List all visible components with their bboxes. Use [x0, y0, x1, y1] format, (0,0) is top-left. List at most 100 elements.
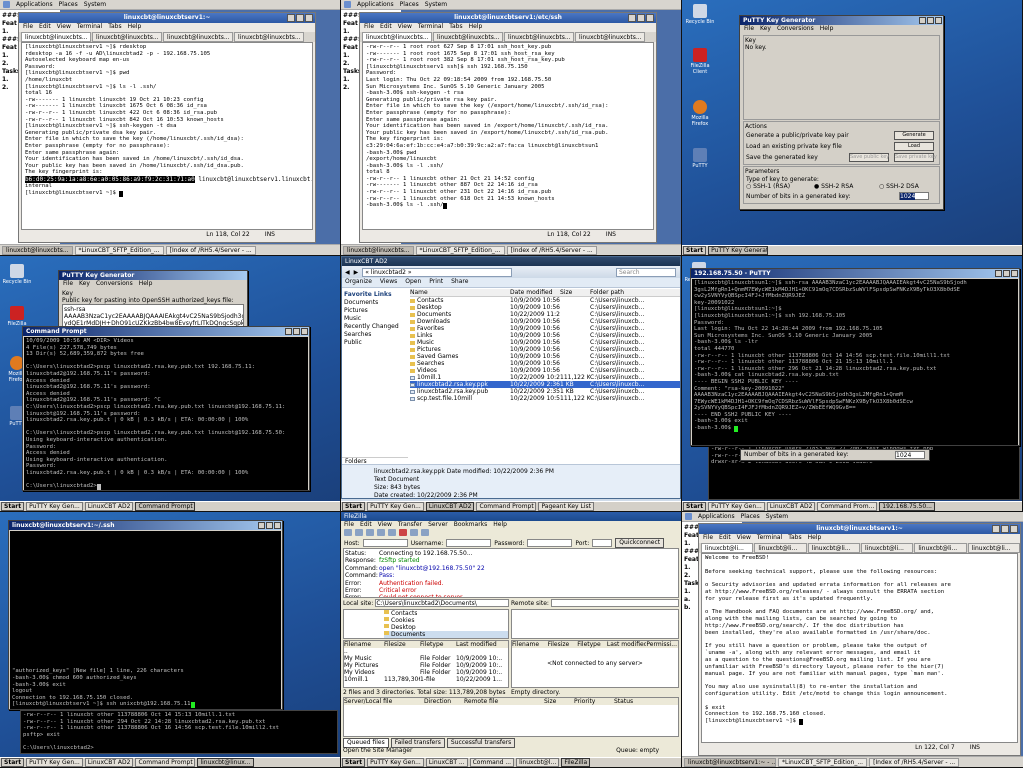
file-row[interactable]: linuxcbtad2.rsa.key.pub 10/22/2009 2:35 .…: [410, 388, 680, 395]
recycle-bin-icon[interactable]: Recycle Bin: [2, 264, 32, 285]
menu-item[interactable]: Key: [760, 25, 771, 34]
taskbar-item[interactable]: LinuxCBT AD2: [766, 502, 816, 511]
taskbar-item[interactable]: LinuxCBT AD2: [425, 502, 475, 511]
local-file-row[interactable]: My Music File Folder 10/9/2009 10:...: [344, 655, 508, 662]
putty-terminal-output[interactable]: [linuxcbt@linuxcbtsun1:~]$ ssh-rsa AAAAB…: [692, 279, 1018, 445]
column-header[interactable]: Permissi...: [646, 641, 678, 648]
column-header[interactable]: Filetype: [420, 641, 456, 648]
terminal-tab[interactable]: linuxcbt@linuxcbts...: [21, 32, 91, 42]
taskbar-item[interactable]: Pageant Key List: [538, 502, 594, 511]
menu-item[interactable]: File: [703, 534, 713, 543]
bits-input[interactable]: 1024: [895, 451, 925, 459]
terminal-tab[interactable]: linuxcbt@linuxcbts...: [234, 32, 304, 42]
taskbar-item[interactable]: Command ...: [469, 758, 515, 767]
menu-item[interactable]: Edit: [719, 534, 731, 543]
close-icon[interactable]: [1011, 270, 1018, 277]
bits-input[interactable]: 1024: [899, 192, 929, 200]
menu-item[interactable]: Transfer: [398, 521, 422, 529]
menu-places[interactable]: Places: [400, 1, 419, 8]
menu-item[interactable]: Tabs: [449, 23, 462, 32]
taskbar-item[interactable]: linuxcbt@linuxcbts...: [2, 245, 73, 255]
close-icon[interactable]: [1010, 525, 1018, 533]
menu-item[interactable]: Bookmarks: [454, 521, 488, 529]
port-input[interactable]: [592, 539, 613, 547]
tree-folder[interactable]: Cookies: [384, 617, 508, 624]
file-row[interactable]: Contacts 10/9/2009 10:56 ... C:\Users\linu…: [410, 297, 680, 304]
putty-icon[interactable]: PuTTY: [685, 148, 715, 169]
menu-item[interactable]: Server: [428, 521, 448, 529]
local-file-row[interactable]: My Videos File Folder 10/9/2009 10:...: [344, 669, 508, 676]
terminal-output[interactable]: "authorized_keys" [New file] 1 line, 226…: [10, 531, 281, 709]
close-icon[interactable]: [305, 14, 313, 22]
menu-item[interactable]: Help: [493, 521, 507, 529]
start-button[interactable]: Start: [1, 758, 25, 767]
menu-item[interactable]: Terminal: [757, 534, 782, 543]
maximize-icon[interactable]: [637, 14, 645, 22]
terminal-tab[interactable]: linuxcbt@linuxcbts...: [433, 32, 503, 42]
firefox-icon[interactable]: Mozilla Firefox: [685, 100, 715, 127]
maximize-icon[interactable]: [1003, 270, 1010, 277]
taskbar-item[interactable]: FileZilla: [561, 758, 591, 767]
command-output[interactable]: 10/09/2009 10:56 AM <DIR> Videos 4 File(…: [24, 337, 308, 490]
minimize-icon[interactable]: [628, 14, 636, 22]
taskbar-item[interactable]: Command Prompt: [135, 758, 196, 767]
menu-item[interactable]: Edit: [380, 23, 392, 32]
search-input[interactable]: Search: [616, 267, 676, 277]
disconnect-icon[interactable]: [410, 529, 418, 536]
taskbar-item[interactable]: *LinuxCBT_SFTP_Edition_...: [74, 245, 164, 255]
menu-system[interactable]: System: [84, 1, 106, 8]
menu-system[interactable]: System: [425, 1, 447, 8]
column-header[interactable]: Size: [560, 289, 590, 296]
menu-item[interactable]: Edit: [360, 521, 372, 529]
local-file-row[interactable]: My Pictures File Folder 10/9/2009 10:...: [344, 662, 508, 669]
remote-path-input[interactable]: [550, 599, 679, 607]
menu-item[interactable]: Terminal: [418, 23, 443, 32]
load-button[interactable]: Load: [894, 142, 934, 151]
menu-item[interactable]: File: [344, 521, 354, 529]
terminal-tab[interactable]: linuxcbt@linuxcbts...: [575, 32, 645, 42]
column-header[interactable]: Name: [410, 289, 510, 296]
menu-item[interactable]: Help: [469, 23, 483, 32]
minimize-icon[interactable]: [258, 522, 265, 529]
file-row[interactable]: Music 10/9/2009 10:56 ... C:\Users\linuxcb…: [410, 339, 680, 346]
minimize-icon[interactable]: [919, 17, 926, 24]
menu-item[interactable]: Tabs: [108, 23, 121, 32]
terminal-tab[interactable]: linuxcbt@li...: [807, 543, 860, 553]
menu-places[interactable]: Places: [741, 513, 760, 520]
start-button[interactable]: Start: [342, 758, 366, 767]
menu-item[interactable]: Help: [139, 280, 153, 289]
menu-item[interactable]: Key: [79, 280, 90, 289]
close-icon[interactable]: [935, 17, 942, 24]
taskbar-item[interactable]: *LinuxCBT_SFTP_Edition_...: [778, 757, 868, 767]
menu-applications[interactable]: Applications: [357, 1, 394, 8]
nav-link[interactable]: Recently Changed: [344, 323, 406, 331]
minimize-icon[interactable]: [992, 525, 1000, 533]
taskbar-item[interactable]: Command Prompt: [135, 502, 196, 511]
start-button[interactable]: Start: [342, 502, 366, 511]
password-input[interactable]: [527, 539, 573, 547]
terminal-tab[interactable]: linuxcbt@linuxcbts...: [362, 32, 432, 42]
column-header[interactable]: Filesize: [384, 641, 420, 648]
menu-applications[interactable]: Applications: [16, 1, 53, 8]
taskbar-item[interactable]: PuTTY Key Gen...: [26, 502, 83, 511]
local-path-input[interactable]: C:\Users\linuxcbtad2\Documents\: [375, 599, 509, 607]
maximize-icon[interactable]: [927, 17, 934, 24]
menu-item[interactable]: View: [398, 23, 412, 32]
column-header[interactable]: Filesize: [548, 641, 578, 648]
minimize-icon[interactable]: [285, 328, 292, 335]
taskbar-item[interactable]: linuxcbt@linuxcbtserv1:~ - ...: [684, 757, 776, 767]
file-row[interactable]: linuxcbtad2.rsa.key.ppk 10/22/2009 2:36 .…: [410, 381, 680, 388]
maximize-icon[interactable]: [293, 328, 300, 335]
radio-ssh2-dsa[interactable]: ○ SSH-2 DSA: [879, 183, 919, 190]
taskbar-item[interactable]: LinuxCBT AD2: [84, 758, 134, 767]
toolbar-button[interactable]: Share: [451, 278, 468, 287]
nav-link[interactable]: Pictures: [344, 307, 406, 315]
taskbar-item[interactable]: PuTTY Key Generator: [708, 246, 769, 255]
column-header[interactable]: Direction: [424, 698, 464, 705]
toolbar-button[interactable]: Print: [429, 278, 443, 287]
taskbar-item[interactable]: 192.168.75.50...: [879, 502, 935, 511]
column-header[interactable]: Last modified: [607, 641, 647, 648]
nav-link[interactable]: Public: [344, 339, 406, 347]
gnome-foot-icon[interactable]: [685, 513, 692, 520]
filezilla-icon[interactable]: FileZilla: [2, 306, 32, 327]
